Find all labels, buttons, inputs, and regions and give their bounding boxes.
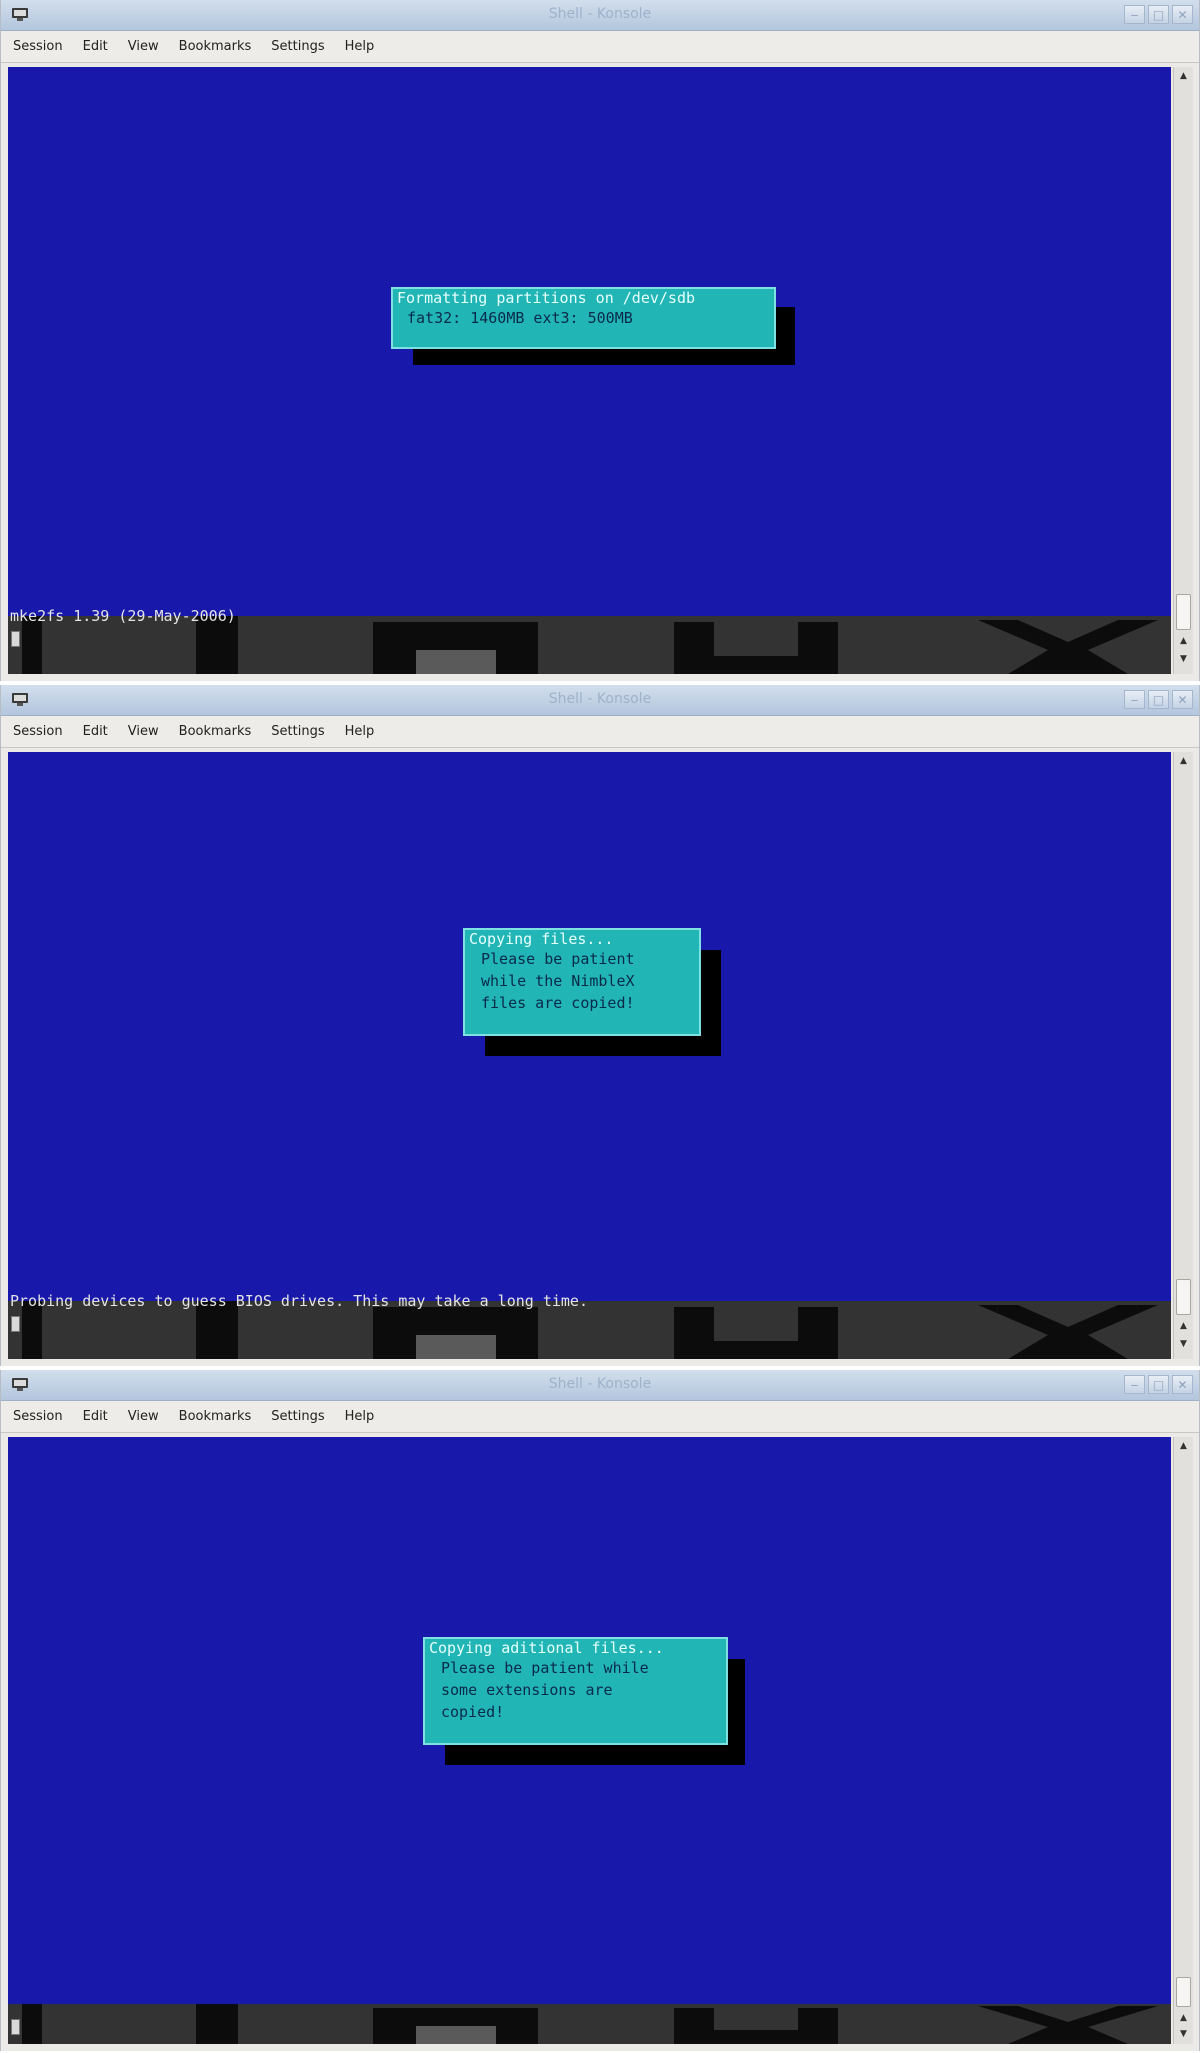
dialog-box: Copying files... Please be patient while… xyxy=(463,928,701,1036)
scroll-up-arrow-lower[interactable]: ▲ xyxy=(1177,2012,1190,2025)
menu-view[interactable]: View xyxy=(128,1409,159,1424)
menu-bookmarks[interactable]: Bookmarks xyxy=(179,39,252,54)
menu-session[interactable]: Session xyxy=(13,1409,63,1424)
scroll-up-arrow[interactable]: ▲ xyxy=(1177,755,1190,768)
dialog-line: Please be patient xyxy=(481,950,635,968)
scroll-up-arrow[interactable]: ▲ xyxy=(1177,70,1190,83)
scroll-down-arrow[interactable]: ▼ xyxy=(1177,2028,1190,2041)
menu-bar: Session Edit View Bookmarks Settings Hel… xyxy=(1,716,1199,748)
terminal-screen[interactable]: Formatting partitions on /dev/sdb fat32:… xyxy=(8,67,1171,674)
title-bar[interactable]: Shell - Konsole ‒ □ ✕ xyxy=(1,0,1199,31)
terminal-screen[interactable]: Copying aditional files... Please be pat… xyxy=(8,1437,1171,2044)
window-title: Shell - Konsole xyxy=(548,1376,652,1392)
terminal-cursor xyxy=(11,2019,20,2035)
scrollbar-thumb[interactable] xyxy=(1176,1977,1191,2007)
dialog-line: some extensions are xyxy=(441,1681,613,1699)
title-bar[interactable]: Shell - Konsole ‒ □ ✕ xyxy=(1,1370,1199,1401)
scrollbar[interactable]: ▲ ▲ ▼ xyxy=(1173,752,1193,1359)
scroll-up-arrow-lower[interactable]: ▲ xyxy=(1177,1320,1190,1333)
maximize-button[interactable]: □ xyxy=(1148,5,1169,24)
menu-session[interactable]: Session xyxy=(13,39,63,54)
scrollbar-thumb[interactable] xyxy=(1176,1279,1191,1315)
menu-help[interactable]: Help xyxy=(345,1409,375,1424)
maximize-button[interactable]: □ xyxy=(1148,690,1169,709)
menu-edit[interactable]: Edit xyxy=(83,724,108,739)
window-title: Shell - Konsole xyxy=(548,6,652,22)
scroll-up-arrow[interactable]: ▲ xyxy=(1177,1440,1190,1453)
dialog-line: Please be patient while xyxy=(441,1659,649,1677)
dialog-line: while the NimbleX xyxy=(481,972,635,990)
menu-settings[interactable]: Settings xyxy=(271,1409,324,1424)
window-title: Shell - Konsole xyxy=(548,691,652,707)
dialog-box: Copying aditional files... Please be pat… xyxy=(423,1637,728,1745)
scroll-down-arrow[interactable]: ▼ xyxy=(1177,653,1190,666)
menu-view[interactable]: View xyxy=(128,39,159,54)
terminal-status-line: mke2fs 1.39 (29-May-2006) xyxy=(10,607,236,625)
dialog-title: Copying aditional files... xyxy=(429,1639,664,1657)
menu-help[interactable]: Help xyxy=(345,724,375,739)
menu-settings[interactable]: Settings xyxy=(271,724,324,739)
scroll-up-arrow-lower[interactable]: ▲ xyxy=(1177,635,1190,648)
dialog-line: files are copied! xyxy=(481,994,635,1012)
menu-bar: Session Edit View Bookmarks Settings Hel… xyxy=(1,31,1199,63)
dialog-line: fat32: 1460MB ext3: 500MB xyxy=(407,309,633,327)
scrollbar[interactable]: ▲ ▲ ▼ xyxy=(1173,1437,1193,2044)
konsole-window-3: Shell - Konsole ‒ □ ✕ Session Edit View … xyxy=(0,1370,1200,2051)
menu-bookmarks[interactable]: Bookmarks xyxy=(179,1409,252,1424)
menu-edit[interactable]: Edit xyxy=(83,1409,108,1424)
minimize-button[interactable]: ‒ xyxy=(1124,1375,1145,1394)
close-button[interactable]: ✕ xyxy=(1172,5,1193,24)
console-background-strip xyxy=(8,2004,1171,2044)
menu-bar: Session Edit View Bookmarks Settings Hel… xyxy=(1,1401,1199,1433)
terminal-status-line: Probing devices to guess BIOS drives. Th… xyxy=(10,1292,588,1310)
dialog-line: copied! xyxy=(441,1703,505,1721)
close-button[interactable]: ✕ xyxy=(1172,1375,1193,1394)
title-bar[interactable]: Shell - Konsole ‒ □ ✕ xyxy=(1,685,1199,716)
menu-view[interactable]: View xyxy=(128,724,159,739)
terminal-cursor xyxy=(11,631,20,647)
scrollbar-thumb[interactable] xyxy=(1176,594,1191,630)
close-button[interactable]: ✕ xyxy=(1172,690,1193,709)
minimize-button[interactable]: ‒ xyxy=(1124,690,1145,709)
terminal-cursor xyxy=(11,1316,20,1332)
terminal-screen[interactable]: Copying files... Please be patient while… xyxy=(8,752,1171,1359)
menu-settings[interactable]: Settings xyxy=(271,39,324,54)
menu-bookmarks[interactable]: Bookmarks xyxy=(179,724,252,739)
scrollbar[interactable]: ▲ ▲ ▼ xyxy=(1173,67,1193,674)
konsole-window-1: Shell - Konsole ‒ □ ✕ Session Edit View … xyxy=(0,0,1200,681)
dialog-title: Copying files... xyxy=(469,930,614,948)
scroll-down-arrow[interactable]: ▼ xyxy=(1177,1338,1190,1351)
dialog-title: Formatting partitions on /dev/sdb xyxy=(397,289,696,307)
konsole-window-2: Shell - Konsole ‒ □ ✕ Session Edit View … xyxy=(0,685,1200,1366)
menu-session[interactable]: Session xyxy=(13,724,63,739)
dialog-box: Formatting partitions on /dev/sdb fat32:… xyxy=(391,287,776,349)
minimize-button[interactable]: ‒ xyxy=(1124,5,1145,24)
menu-edit[interactable]: Edit xyxy=(83,39,108,54)
maximize-button[interactable]: □ xyxy=(1148,1375,1169,1394)
menu-help[interactable]: Help xyxy=(345,39,375,54)
